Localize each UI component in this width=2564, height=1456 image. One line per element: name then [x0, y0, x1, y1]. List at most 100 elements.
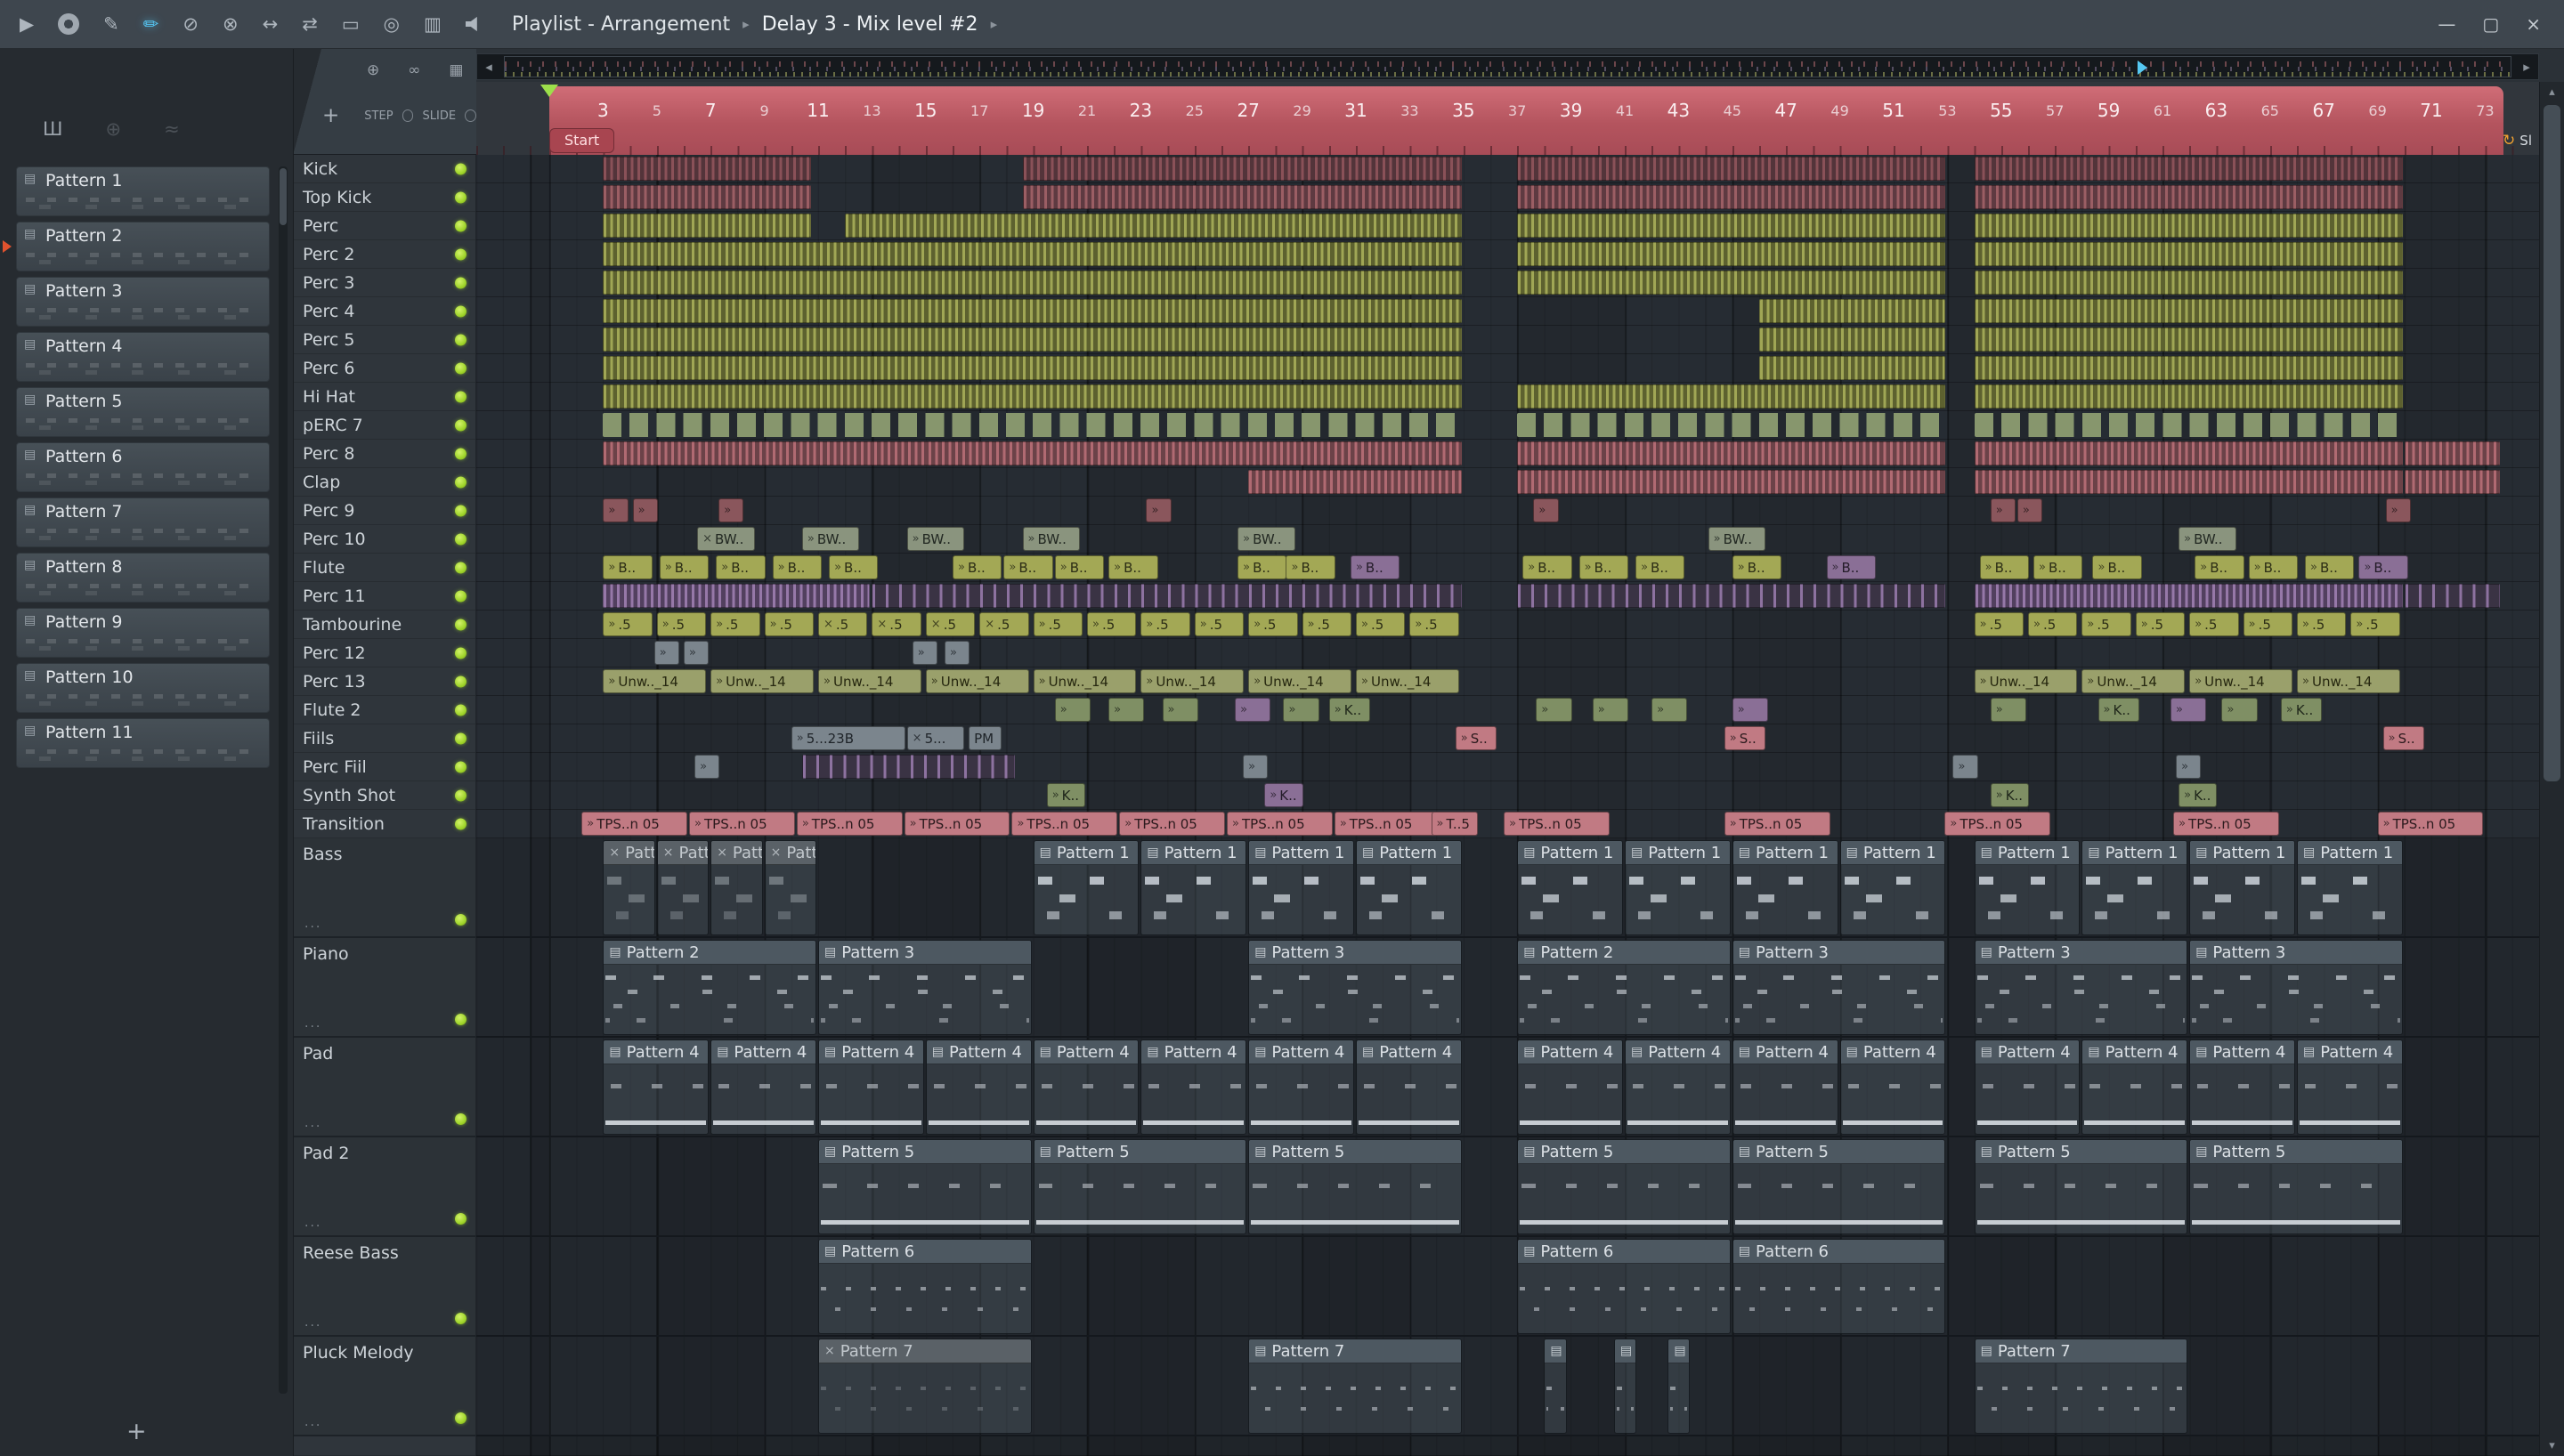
pattern-list-item[interactable]: ▤ Pattern 3 [16, 277, 270, 327]
audio-clip[interactable]: × .5 [979, 612, 1029, 636]
audio-clip[interactable]: » [1592, 698, 1629, 722]
track-header[interactable]: Transition [294, 810, 475, 838]
pattern-clip[interactable]: × Pattern 7 [818, 1339, 1032, 1434]
mute-led[interactable] [455, 505, 467, 516]
audio-clip[interactable]: » T..5 [1431, 812, 1478, 836]
audio-clip[interactable]: » [1990, 498, 2016, 522]
pattern-clip[interactable]: ▤ [1667, 1339, 1691, 1434]
mute-led[interactable] [455, 248, 467, 260]
audio-clip[interactable]: » B.. [1003, 555, 1053, 579]
audio-clip[interactable]: » .5 [1302, 612, 1351, 636]
audio-clip[interactable]: » B.. [659, 555, 710, 579]
track-header[interactable]: Perc 9 [294, 497, 475, 525]
audio-clip[interactable]: » B.. [1732, 555, 1782, 579]
pattern-clip[interactable]: ▤ Pattern 5 [1248, 1139, 1462, 1234]
pattern-clip[interactable]: ▤ Pattern 2 [603, 940, 816, 1035]
clip-segment[interactable] [872, 584, 1462, 608]
track-header[interactable]: Reese Bass... [294, 1237, 475, 1337]
vertical-scrollbar[interactable]: ▴ ▾ [2539, 82, 2564, 1456]
clip-segment[interactable] [845, 214, 1462, 238]
pattern-clip[interactable]: ▤ [1544, 1339, 1567, 1434]
audio-clip[interactable]: » Unw.._14 [1248, 669, 1351, 693]
track-header[interactable]: Tambourine [294, 611, 475, 639]
mute-led[interactable] [455, 163, 467, 174]
track-header[interactable]: Piano... [294, 938, 475, 1038]
pattern-clip[interactable]: × Pattern 1 [710, 840, 763, 935]
audio-clip[interactable]: » B.. [2195, 555, 2244, 579]
audio-clip[interactable]: » BW.. [2179, 527, 2236, 551]
audio-clip[interactable]: » .5 [2350, 612, 2400, 636]
mute-led[interactable] [455, 533, 467, 545]
pattern-clip[interactable]: ▤ Pattern 1 [1140, 840, 1247, 935]
mute-led[interactable] [455, 789, 467, 801]
audio-clip[interactable]: » TPS..n 05 [689, 812, 795, 836]
track-header[interactable]: Kick [294, 155, 475, 183]
clip-segment[interactable] [1517, 214, 1946, 238]
pattern-clip[interactable]: ▤ Pattern 4 [2297, 1039, 2403, 1135]
track-header[interactable]: Synth Shot [294, 781, 475, 810]
mute-led[interactable] [455, 732, 467, 744]
audio-clip[interactable]: × BW.. [697, 527, 755, 551]
track-header[interactable]: Top Kick [294, 183, 475, 212]
pattern-clip[interactable]: ▤ Pattern 4 [1140, 1039, 1247, 1135]
clip-segment[interactable] [603, 214, 811, 238]
pattern-clip[interactable]: ▤ Pattern 1 [2189, 840, 2295, 935]
track-options[interactable]: ... [304, 1415, 321, 1429]
speaker-icon[interactable] [465, 16, 477, 32]
track-options[interactable]: ... [304, 1315, 321, 1330]
clip-segment[interactable] [603, 157, 811, 181]
audio-clip[interactable]: » Unw.._14 [818, 669, 921, 693]
audio-clip[interactable]: » TPS..n 05 [2377, 812, 2484, 836]
clip-segment[interactable] [1974, 328, 2403, 352]
pattern-clip[interactable]: ▤ Pattern 1 [1732, 840, 1838, 935]
pattern-list-item[interactable]: ▤ Pattern 4 [16, 332, 270, 382]
audio-clip[interactable]: » B.. [829, 555, 879, 579]
audio-clip[interactable]: » [1243, 755, 1269, 779]
pattern-clip[interactable]: ▤ Pattern 4 [818, 1039, 924, 1135]
audio-clip[interactable]: » K.. [1328, 698, 1371, 722]
audio-clip[interactable]: » Unw.._14 [710, 669, 814, 693]
audio-clip[interactable]: » Unw.._14 [2297, 669, 2400, 693]
track-header[interactable]: Flute [294, 554, 475, 582]
audio-clip[interactable]: » [718, 498, 744, 522]
link-icon[interactable]: ∞ [408, 61, 420, 79]
audio-clip[interactable]: » B.. [2092, 555, 2142, 579]
track-header[interactable]: Perc 6 [294, 354, 475, 383]
audio-clip[interactable]: » .5 [2081, 612, 2131, 636]
mute-led[interactable] [455, 562, 467, 573]
mute-led[interactable] [455, 1113, 467, 1125]
clip-segment[interactable] [603, 328, 1462, 352]
wave-icon[interactable]: ≈ [164, 118, 180, 140]
audio-clip[interactable]: » .5 [603, 612, 653, 636]
pattern-clip[interactable]: ▤ Pattern 6 [1732, 1239, 1946, 1334]
pattern-clip[interactable]: ▤ Pattern 5 [2189, 1139, 2403, 1234]
move-icon[interactable]: ⊕ [105, 118, 121, 140]
paint-tool-icon[interactable]: ✏ [143, 0, 159, 49]
pattern-list-item[interactable]: ▤ Pattern 11 [16, 718, 270, 768]
mute-led[interactable] [455, 675, 467, 687]
clip-segment[interactable] [1974, 584, 2403, 608]
pattern-clip[interactable]: ▤ Pattern 1 [1248, 840, 1354, 935]
mute-led[interactable] [455, 419, 467, 431]
mute-led[interactable] [455, 220, 467, 231]
pattern-clip[interactable]: ▤ Pattern 1 [1356, 840, 1462, 935]
track-options[interactable]: ... [304, 1016, 321, 1031]
pattern-clip[interactable]: ▤ Pattern 4 [1732, 1039, 1838, 1135]
mute-tool-icon[interactable]: ⊗ [223, 0, 239, 49]
audio-clip[interactable]: » Unw.._14 [1974, 669, 2078, 693]
audio-clip[interactable]: × 5... [906, 726, 965, 750]
pattern-list-item[interactable]: ▤ Pattern 9 [16, 608, 270, 658]
clip-segment[interactable] [801, 755, 1016, 779]
audio-clip[interactable]: » [1283, 698, 1319, 722]
panoramic-thumb[interactable] [504, 56, 2511, 77]
track-header[interactable]: Perc Fiil [294, 753, 475, 781]
clip-segment[interactable] [603, 356, 1462, 380]
audio-clip[interactable]: » BW.. [906, 527, 965, 551]
panoramic-scrollbar[interactable]: ◂ ▸ [476, 53, 2539, 80]
clip-segment[interactable] [1974, 271, 2403, 295]
grid-icon[interactable]: ▦ [449, 61, 463, 79]
audio-clip[interactable]: » B.. [2033, 555, 2083, 579]
audio-clip[interactable]: » [1536, 698, 1572, 722]
audio-clip[interactable]: » .5 [2028, 612, 2078, 636]
audio-clip[interactable]: » BW.. [1237, 527, 1295, 551]
